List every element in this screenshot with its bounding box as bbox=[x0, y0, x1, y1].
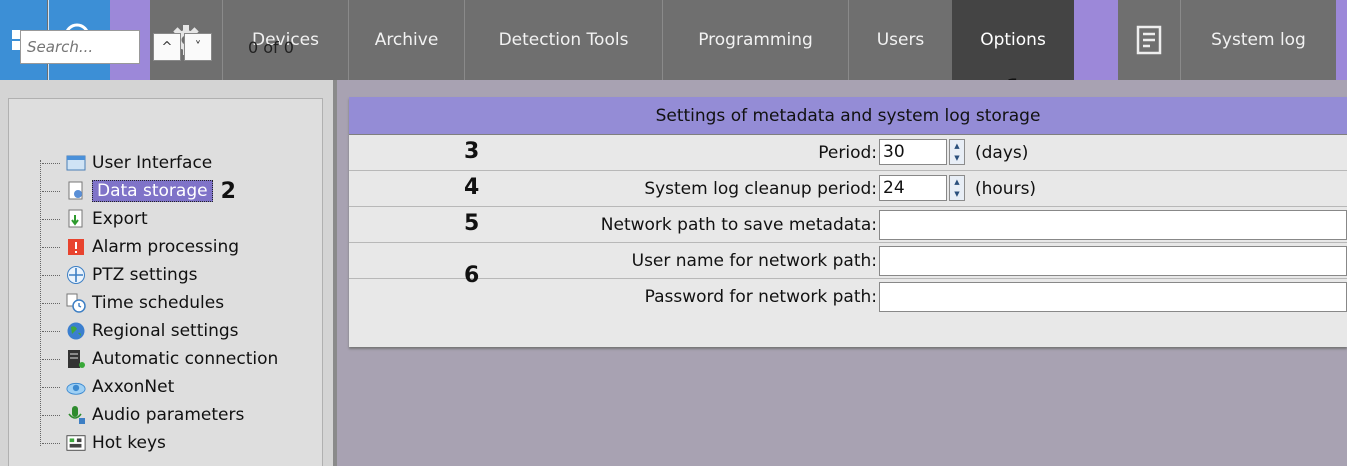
search-next-button[interactable]: ˅ bbox=[184, 33, 212, 61]
stepper-down-icon[interactable]: ▼ bbox=[950, 152, 964, 164]
sidebar-item-user-interface[interactable]: User Interface bbox=[42, 150, 212, 176]
window-icon bbox=[66, 153, 86, 173]
sidebar-item-label: Alarm processing bbox=[92, 237, 240, 257]
cloud-icon bbox=[66, 377, 86, 397]
setting-label-password: Password for network path: bbox=[644, 287, 877, 307]
storage-doc-icon bbox=[66, 181, 86, 201]
tab-system-log[interactable]: System log bbox=[1180, 0, 1336, 80]
globe-icon bbox=[66, 321, 86, 341]
audio-icon bbox=[66, 405, 86, 425]
sidebar-item-label: Export bbox=[92, 209, 148, 229]
sidebar-item-label: PTZ settings bbox=[92, 265, 198, 285]
stepper-up-icon[interactable]: ▲ bbox=[950, 176, 964, 188]
tab-programming[interactable]: Programming bbox=[662, 0, 848, 80]
tab-users[interactable]: Users bbox=[848, 0, 952, 80]
setting-label-user-name: User name for network path: bbox=[631, 251, 877, 271]
search-input[interactable] bbox=[20, 30, 140, 64]
settings-panel-title: Settings of metadata and system log stor… bbox=[349, 97, 1347, 135]
tab-archive[interactable]: Archive bbox=[348, 0, 464, 80]
tab-detection-tools[interactable]: Detection Tools bbox=[464, 0, 662, 80]
main-content: Settings of metadata and system log stor… bbox=[337, 80, 1347, 466]
sidebar-item-label: Regional settings bbox=[92, 321, 239, 341]
setting-label-network-path: Network path to save metadata: bbox=[600, 215, 877, 235]
tab-users-label: Users bbox=[876, 30, 925, 50]
setting-row-log-cleanup: 4 System log cleanup period: 24 ▲ ▼ (hou… bbox=[349, 171, 1347, 207]
connection-icon bbox=[66, 349, 86, 369]
network-password-field[interactable] bbox=[879, 282, 1347, 312]
setting-label-log-cleanup: System log cleanup period: bbox=[644, 179, 877, 199]
sidebar-item-time-schedules[interactable]: Time schedules bbox=[42, 290, 224, 316]
sidebar-item-alarm-processing[interactable]: Alarm processing bbox=[42, 234, 239, 260]
setting-row-period: 3 Period: 30 ▲ ▼ (days) bbox=[349, 135, 1347, 171]
sidebar-item-label: Audio parameters bbox=[92, 405, 245, 425]
network-user-name-field[interactable] bbox=[879, 246, 1347, 276]
log-cleanup-unit: (hours) bbox=[975, 179, 1037, 199]
setting-row-password: Password for network path: bbox=[349, 279, 1347, 315]
sidebar-item-label: Data storage bbox=[92, 180, 213, 202]
export-icon bbox=[66, 209, 86, 229]
toolbar-edge bbox=[1336, 0, 1347, 80]
callout-2: 2 bbox=[220, 178, 236, 204]
storage-settings-panel: Settings of metadata and system log stor… bbox=[349, 97, 1347, 347]
sidebar-item-axxonnet[interactable]: AxxonNet bbox=[42, 374, 174, 400]
period-stepper[interactable]: ▲ ▼ bbox=[949, 139, 965, 165]
toolbar-spacer-right bbox=[1074, 0, 1118, 80]
tab-options[interactable]: Options bbox=[952, 0, 1074, 80]
period-input[interactable]: 30 bbox=[879, 139, 947, 165]
callout-4: 4 bbox=[464, 175, 480, 200]
tab-options-label: Options bbox=[980, 30, 1046, 50]
alarm-icon bbox=[66, 237, 86, 257]
sidebar-item-hot-keys[interactable]: Hot keys bbox=[42, 430, 166, 456]
sidebar-item-label: AxxonNet bbox=[92, 377, 175, 397]
network-path-field[interactable] bbox=[879, 210, 1347, 240]
search-result-count: 0 of 0 bbox=[248, 38, 294, 57]
log-cleanup-stepper[interactable]: ▲ ▼ bbox=[949, 175, 965, 201]
setting-row-user-name: 6 User name for network path: bbox=[349, 243, 1347, 288]
setting-label-period: Period: bbox=[818, 143, 877, 163]
search-prev-button[interactable]: ^ bbox=[153, 33, 181, 61]
setting-row-network-path: 5 Network path to save metadata: bbox=[349, 207, 1347, 243]
callout-5: 5 bbox=[464, 211, 480, 236]
tab-system-log-label: System log bbox=[1211, 30, 1306, 50]
callout-3: 3 bbox=[464, 139, 480, 164]
sidebar-item-ptz-settings[interactable]: PTZ settings bbox=[42, 262, 197, 288]
sidebar-item-regional-settings[interactable]: Regional settings bbox=[42, 318, 239, 344]
keyboard-icon bbox=[66, 433, 86, 453]
sidebar-item-label: User Interface bbox=[92, 153, 213, 173]
sidebar-item-label: Time schedules bbox=[92, 293, 225, 313]
system-log-icon-button[interactable] bbox=[1118, 0, 1180, 80]
log-cleanup-input[interactable]: 24 bbox=[879, 175, 947, 201]
ptz-icon bbox=[66, 265, 86, 285]
period-unit: (days) bbox=[975, 143, 1029, 163]
tree-connector bbox=[40, 160, 41, 446]
sidebar-item-export[interactable]: Export bbox=[42, 206, 148, 232]
sidebar-item-automatic-connection[interactable]: Automatic connection bbox=[42, 346, 278, 372]
sidebar-item-audio-parameters[interactable]: Audio parameters bbox=[42, 402, 244, 428]
sidebar-item-data-storage[interactable]: Data storage 2 bbox=[42, 178, 236, 204]
stepper-down-icon[interactable]: ▼ bbox=[950, 188, 964, 200]
schedule-icon bbox=[66, 293, 86, 313]
tab-programming-label: Programming bbox=[698, 30, 813, 50]
sidebar-item-label: Automatic connection bbox=[92, 349, 279, 369]
document-list-icon bbox=[1136, 25, 1162, 55]
stepper-up-icon[interactable]: ▲ bbox=[950, 140, 964, 152]
tab-detection-tools-label: Detection Tools bbox=[498, 30, 629, 50]
tab-archive-label: Archive bbox=[374, 30, 439, 50]
sidebar-item-label: Hot keys bbox=[92, 433, 166, 453]
